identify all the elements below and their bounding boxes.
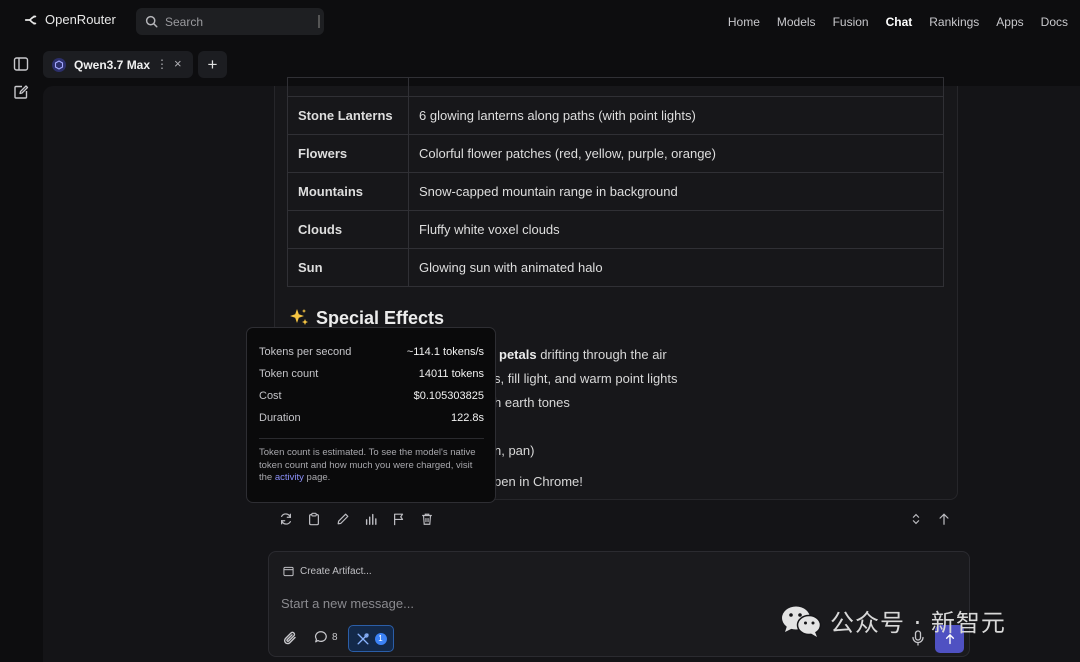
popover-divider [259,438,484,439]
openrouter-logo-icon [24,14,37,25]
scroll-top-icon[interactable] [937,512,951,526]
table-cell-description: Snow-capped mountain range in background [408,172,944,211]
table-row: Sun Glowing sun with animated halo [287,248,944,287]
feature-table: Stone Lanterns 6 glowing lanterns along … [287,77,944,287]
heading-text: Special Effects [316,307,445,328]
delete-icon[interactable] [420,512,434,526]
table-row: Stone Lanterns 6 glowing lanterns along … [287,96,944,135]
table-row [287,77,944,97]
tools-count-badge: 1 [374,632,387,645]
message-input[interactable] [281,596,761,611]
nav-link-models[interactable]: Models [777,15,816,29]
search-icon [145,15,158,28]
stat-value: 14011 tokens [418,368,484,380]
top-nav: OpenRouter Home Models Fusion Chat Ranki… [0,0,1080,44]
stat-label: Token count [259,368,319,380]
search-box[interactable] [136,8,324,35]
sidebar-toggle-icon[interactable] [13,56,29,72]
flag-icon[interactable] [392,512,406,526]
stat-value: ~114.1 tokens/s [406,346,484,358]
effect-line-controls: n, pan) [494,443,535,458]
effect-line-colors: h earth tones [494,395,570,410]
artifact-label: Create Artifact... [300,566,372,577]
table-cell-feature: Stone Lanterns [287,96,409,135]
watermark-text: 公众号 · 新智元 [830,609,1006,637]
stat-label: Cost [259,390,282,402]
copy-icon[interactable] [307,512,321,526]
table-cell-description [408,77,944,97]
close-tab-icon[interactable]: × [174,56,182,71]
activity-link[interactable]: activity [275,472,304,483]
create-artifact-button[interactable]: Create Artifact... [283,566,372,577]
watermark: 公众号 · 新智元 [780,603,1006,638]
chat-bubble-icon [315,631,327,643]
generation-stats-popover: Tokens per second ~114.1 tokens/s Token … [246,327,496,503]
nav-link-home[interactable]: Home [728,15,760,29]
nav-link-rankings[interactable]: Rankings [929,15,979,29]
stat-value: $0.105303825 [413,390,484,402]
search-shortcut-icon [318,15,320,28]
nav-link-docs[interactable]: Docs [1041,15,1068,29]
wechat-logo-icon [782,606,822,637]
threads-count: 8 [332,631,338,643]
stat-label: Tokens per second [259,346,352,358]
logo-text: OpenRouter [45,12,116,27]
regenerate-icon[interactable] [279,512,293,526]
table-cell-description: Fluffy white voxel clouds [408,210,944,249]
table-cell-description: Glowing sun with animated halo [419,260,603,275]
table-cell-feature: Mountains [287,172,409,211]
expand-collapse-icon[interactable] [909,512,923,526]
effect-line-lighting: s, fill light, and warm point lights [494,371,678,386]
nav-link-fusion[interactable]: Fusion [833,15,869,29]
table-cell-description: 6 glowing lanterns along paths (with poi… [408,96,944,135]
table-cell-feature: Sun [287,248,409,287]
table-cell-feature: Clouds [287,210,409,249]
openrouter-logo[interactable]: OpenRouter [24,12,116,27]
table-cell-feature: Flowers [287,134,409,173]
model-tab[interactable]: Qwen3.7 Max ⋮ × [43,51,193,78]
stat-value: 122.8s [450,412,484,424]
stats-chart-icon[interactable] [364,512,378,526]
paperclip-icon[interactable] [282,630,298,646]
nav-links: Home Models Fusion Chat Rankings Apps Do… [711,15,1068,29]
tools-button[interactable]: 1 [348,625,394,652]
special-effects-heading: Special Effects [288,307,444,329]
token-count-note: Token count is estimated. To see the mod… [259,447,487,485]
table-cell-feature [287,77,409,97]
effect-line-petals: petals drifting through the air [499,347,667,362]
table-row: Flowers Colorful flower patches (red, ye… [287,134,944,173]
model-tab-label: Qwen3.7 Max [74,57,151,72]
table-row: Clouds Fluffy white voxel clouds [287,210,944,249]
effect-bold: petals [499,347,537,362]
tools-icon [356,632,369,645]
threads-button[interactable]: 8 [314,630,338,644]
nav-link-apps[interactable]: Apps [996,15,1023,29]
artifact-icon [283,566,294,577]
note-text-end: page. [303,472,331,483]
more-options-icon[interactable]: ⋮ [156,57,168,71]
stat-label: Duration [259,412,301,424]
table-row: Mountains Snow-capped mountain range in … [287,172,944,211]
new-chat-icon[interactable] [13,84,29,100]
search-input[interactable] [165,14,315,29]
effect-line-chrome: pen in Chrome! [494,474,583,489]
edit-icon[interactable] [336,512,350,526]
effect-text: drifting through the air [536,347,667,362]
table-cell-description: Colorful flower patches (red, yellow, pu… [408,134,944,173]
nav-link-chat[interactable]: Chat [886,15,913,29]
sparkles-icon [290,309,308,325]
qwen-logo-icon [52,57,66,72]
add-model-button[interactable]: + [198,51,227,78]
